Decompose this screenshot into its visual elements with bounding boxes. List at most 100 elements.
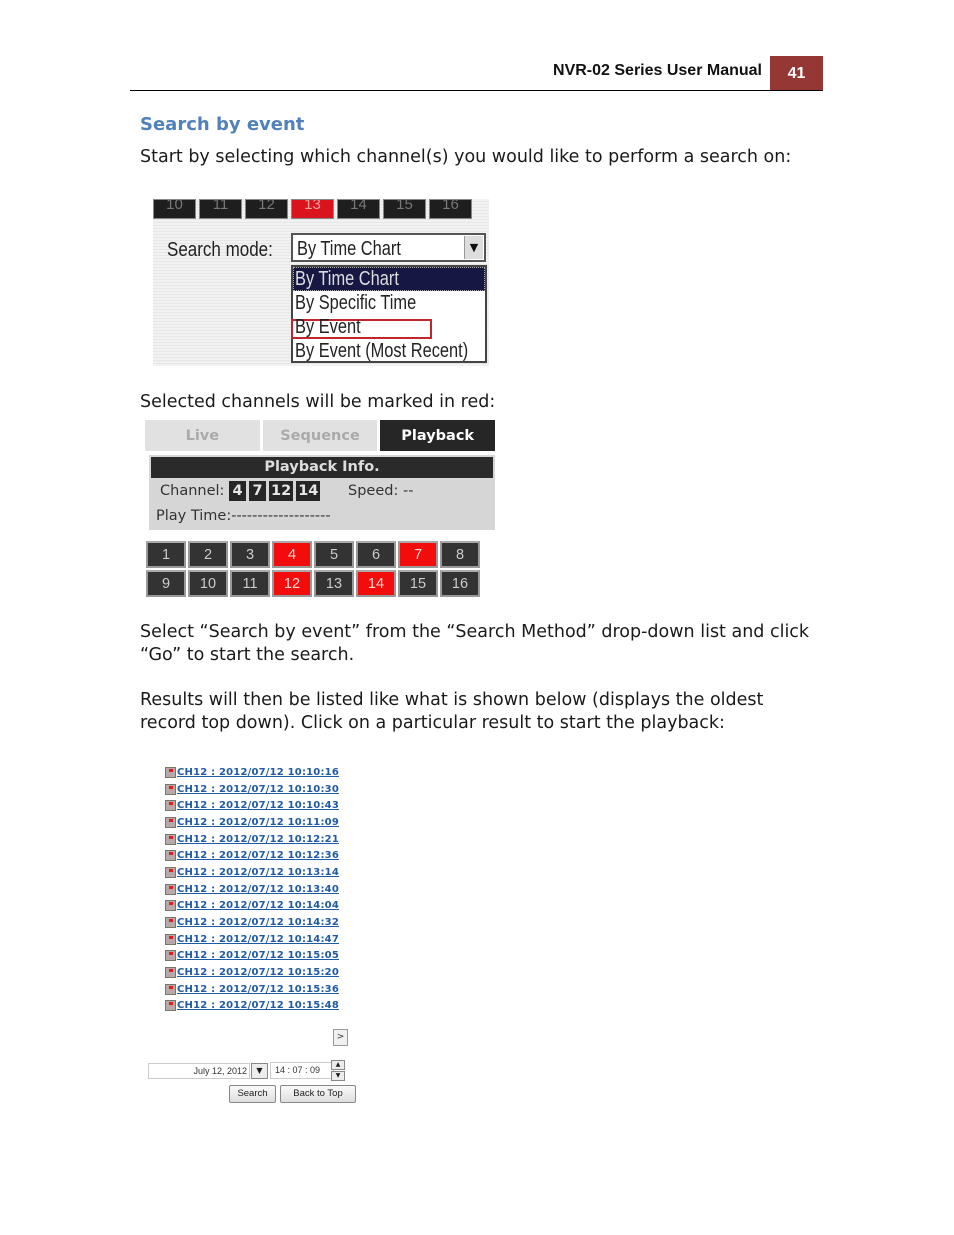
result-link[interactable]: CH12 : 2012/07/12 10:12:21 bbox=[177, 834, 339, 845]
selected-channels-paragraph: Selected channels will be marked in red: bbox=[140, 392, 496, 412]
result-item[interactable]: CH12 : 2012/07/12 10:15:48 bbox=[165, 998, 339, 1015]
result-item[interactable]: CH12 : 2012/07/12 10:14:32 bbox=[165, 914, 339, 931]
channel-button-4[interactable]: 4 bbox=[272, 541, 312, 568]
playback-info-panel: Playback Info. Channel: 4 7 12 14 Speed: --… bbox=[149, 455, 495, 530]
channel-button-9[interactable]: 9 bbox=[146, 570, 186, 597]
result-item[interactable]: CH12 : 2012/07/12 10:15:20 bbox=[165, 964, 339, 981]
video-record-icon bbox=[165, 917, 176, 929]
channel-button-10[interactable]: 10 bbox=[188, 570, 228, 597]
channel-grid: 1 2 3 4 5 6 7 8 9 10 11 12 13 14 15 16 bbox=[146, 541, 483, 597]
result-link[interactable]: CH12 : 2012/07/12 10:15:20 bbox=[177, 967, 339, 978]
channel-button-11[interactable]: 11 bbox=[230, 570, 270, 597]
channel-tab-16[interactable]: 16 bbox=[429, 199, 472, 219]
video-record-icon bbox=[165, 933, 176, 945]
date-dropdown-button[interactable]: ▼ bbox=[251, 1063, 268, 1079]
playback-info-title: Playback Info. bbox=[151, 457, 493, 478]
result-item[interactable]: CH12 : 2012/07/12 10:13:14 bbox=[165, 864, 339, 881]
channel-button-2[interactable]: 2 bbox=[188, 541, 228, 568]
result-link[interactable]: CH12 : 2012/07/12 10:10:16 bbox=[177, 767, 339, 778]
channel-button-5[interactable]: 5 bbox=[314, 541, 354, 568]
video-record-icon bbox=[165, 967, 176, 979]
result-item[interactable]: CH12 : 2012/07/12 10:10:16 bbox=[165, 764, 339, 781]
channel-button-16[interactable]: 16 bbox=[440, 570, 480, 597]
result-link[interactable]: CH12 : 2012/07/12 10:14:32 bbox=[177, 917, 339, 928]
tab-playback[interactable]: Playback bbox=[380, 420, 496, 451]
next-page-button[interactable]: > bbox=[333, 1029, 348, 1046]
result-link[interactable]: CH12 : 2012/07/12 10:14:47 bbox=[177, 934, 339, 945]
channel-row: Channel: 4 7 12 14 Speed: -- bbox=[160, 481, 413, 501]
result-link[interactable]: CH12 : 2012/07/12 10:12:36 bbox=[177, 850, 339, 861]
search-mode-option[interactable]: By Specific Time bbox=[293, 291, 485, 315]
result-item[interactable]: CH12 : 2012/07/12 10:15:36 bbox=[165, 981, 339, 998]
result-link[interactable]: CH12 : 2012/07/12 10:13:40 bbox=[177, 884, 339, 895]
date-field[interactable]: July 12, 2012 bbox=[148, 1063, 250, 1079]
result-item[interactable]: CH12 : 2012/07/12 10:11:09 bbox=[165, 814, 339, 831]
page-number: 41 bbox=[770, 56, 823, 91]
result-link[interactable]: CH12 : 2012/07/12 10:14:04 bbox=[177, 900, 339, 911]
result-item[interactable]: CH12 : 2012/07/12 10:14:47 bbox=[165, 931, 339, 948]
option-label: By Time Chart bbox=[295, 268, 399, 290]
result-link[interactable]: CH12 : 2012/07/12 10:10:43 bbox=[177, 800, 339, 811]
chevron-down-icon[interactable]: ▼ bbox=[464, 236, 483, 259]
channel-tab-15[interactable]: 15 bbox=[383, 199, 426, 219]
channel-tab-11[interactable]: 11 bbox=[199, 199, 242, 219]
section-heading: Search by event bbox=[140, 114, 305, 135]
tab-live[interactable]: Live bbox=[145, 420, 260, 451]
search-mode-option[interactable]: By Event (Most Recent) bbox=[293, 339, 485, 363]
result-item[interactable]: CH12 : 2012/07/12 10:14:04 bbox=[165, 898, 339, 915]
active-channel-badges: 4 7 12 14 bbox=[229, 481, 323, 501]
header-divider bbox=[130, 90, 823, 91]
search-mode-selected-value: By Time Chart bbox=[297, 238, 401, 260]
search-button[interactable]: Search bbox=[229, 1085, 276, 1103]
time-field[interactable]: 14 : 07 : 09 bbox=[270, 1062, 334, 1079]
video-record-icon bbox=[165, 866, 176, 878]
channel-button-12[interactable]: 12 bbox=[272, 570, 312, 597]
channel-button-8[interactable]: 8 bbox=[440, 541, 480, 568]
option-label: By Event bbox=[295, 316, 361, 338]
video-record-icon bbox=[165, 950, 176, 962]
channel-tab-12[interactable]: 12 bbox=[245, 199, 288, 219]
search-mode-select[interactable]: By Time Chart ▼ bbox=[291, 233, 486, 262]
channel-button-7[interactable]: 7 bbox=[398, 541, 438, 568]
play-time-label: Play Time: bbox=[156, 508, 232, 524]
video-record-icon bbox=[165, 800, 176, 812]
result-link[interactable]: CH12 : 2012/07/12 10:15:36 bbox=[177, 984, 339, 995]
speed-label: Speed: bbox=[348, 483, 399, 499]
search-mode-option[interactable]: By Time Chart bbox=[293, 267, 485, 291]
spin-down-button[interactable]: ▼ bbox=[331, 1071, 345, 1081]
channel-button-13[interactable]: 13 bbox=[314, 570, 354, 597]
result-link[interactable]: CH12 : 2012/07/12 10:15:05 bbox=[177, 950, 339, 961]
channel-tab-14[interactable]: 14 bbox=[337, 199, 380, 219]
result-item[interactable]: CH12 : 2012/07/12 10:13:40 bbox=[165, 881, 339, 898]
channel-tab-10[interactable]: 10 bbox=[153, 199, 196, 219]
search-mode-label: Search mode: bbox=[167, 239, 273, 261]
active-channel-badge: 14 bbox=[296, 481, 321, 501]
option-label: By Specific Time bbox=[295, 292, 417, 314]
channel-button-6[interactable]: 6 bbox=[356, 541, 396, 568]
channel-tab-strip: 10 11 12 13 14 15 16 bbox=[153, 199, 472, 219]
spin-up-button[interactable]: ▲ bbox=[331, 1060, 345, 1070]
channel-tab-13[interactable]: 13 bbox=[291, 199, 334, 219]
result-item[interactable]: CH12 : 2012/07/12 10:15:05 bbox=[165, 948, 339, 965]
result-link[interactable]: CH12 : 2012/07/12 10:13:14 bbox=[177, 867, 339, 878]
channel-button-3[interactable]: 3 bbox=[230, 541, 270, 568]
channel-button-14[interactable]: 14 bbox=[356, 570, 396, 597]
video-record-icon bbox=[165, 900, 176, 912]
result-link[interactable]: CH12 : 2012/07/12 10:10:30 bbox=[177, 784, 339, 795]
channel-button-15[interactable]: 15 bbox=[398, 570, 438, 597]
result-item[interactable]: CH12 : 2012/07/12 10:10:30 bbox=[165, 781, 339, 798]
search-results-list: CH12 : 2012/07/12 10:10:16 CH12 : 2012/07… bbox=[165, 764, 339, 1014]
active-channel-badge: 12 bbox=[269, 481, 294, 501]
manual-title: NVR-02 Series User Manual bbox=[553, 62, 762, 79]
back-to-top-button[interactable]: Back to Top bbox=[280, 1085, 356, 1103]
result-item[interactable]: CH12 : 2012/07/12 10:12:36 bbox=[165, 847, 339, 864]
result-item[interactable]: CH12 : 2012/07/12 10:12:21 bbox=[165, 831, 339, 848]
tab-sequence[interactable]: Sequence bbox=[262, 420, 378, 451]
video-record-icon bbox=[165, 850, 176, 862]
chevron-down-icon: ▼ bbox=[256, 1066, 263, 1075]
video-record-icon bbox=[165, 833, 176, 845]
result-link[interactable]: CH12 : 2012/07/12 10:15:48 bbox=[177, 1000, 339, 1011]
result-item[interactable]: CH12 : 2012/07/12 10:10:43 bbox=[165, 797, 339, 814]
channel-button-1[interactable]: 1 bbox=[146, 541, 186, 568]
result-link[interactable]: CH12 : 2012/07/12 10:11:09 bbox=[177, 817, 339, 828]
